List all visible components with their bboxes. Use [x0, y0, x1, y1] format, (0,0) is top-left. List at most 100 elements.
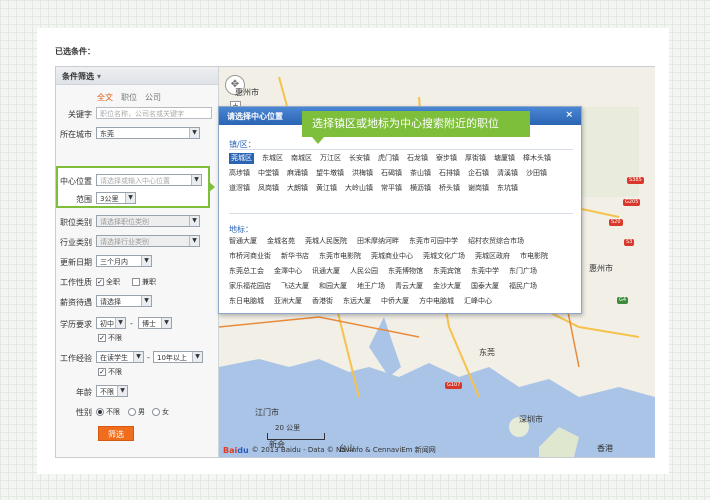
tab-company[interactable]: 公司: [145, 92, 161, 103]
category-label: 职位类别: [60, 218, 92, 227]
landmark-link[interactable]: 金沙大厦: [433, 279, 461, 294]
town-link[interactable]: 桥头镇: [439, 181, 460, 196]
gender-male-label: 男: [138, 408, 145, 416]
town-link[interactable]: 长安镇: [349, 151, 370, 166]
landmark-link[interactable]: 飞达大厦: [281, 279, 309, 294]
gender-male-radio[interactable]: 男: [128, 407, 145, 417]
landmark-link[interactable]: 讯通大厦: [312, 264, 340, 279]
town-link[interactable]: 大朗镇: [287, 181, 308, 196]
salary-label: 薪资待遇: [60, 298, 92, 307]
landmark-link[interactable]: 家乐福花园店: [229, 279, 271, 294]
age-select[interactable]: 不限 ▼: [96, 385, 128, 397]
center-position-input[interactable]: 请选择或输入中心位置 ▼: [96, 174, 202, 186]
landmark-link[interactable]: 汇峰中心: [464, 294, 492, 309]
town-link[interactable]: 道滘镇: [229, 181, 250, 196]
town-link[interactable]: 麻涌镇: [287, 166, 308, 181]
landmark-link[interactable]: 东日电脑城: [229, 294, 264, 309]
gender-any-radio[interactable]: 不限: [96, 407, 120, 417]
town-link[interactable]: 莞城区: [229, 153, 254, 164]
salary-select[interactable]: 请选择 ▼: [96, 295, 152, 307]
education-to-value: 博士: [142, 320, 156, 328]
landmark-link[interactable]: 方中电脑城: [419, 294, 454, 309]
landmark-link[interactable]: 东莞博物馆: [388, 264, 423, 279]
town-link[interactable]: 大岭山镇: [345, 181, 373, 196]
keyword-input[interactable]: 职位名称，公司名或关键字: [96, 107, 212, 119]
town-link[interactable]: 茶山镇: [410, 166, 431, 181]
town-link[interactable]: 南城区: [291, 151, 312, 166]
town-link[interactable]: 樟木头镇: [523, 151, 551, 166]
landmark-link[interactable]: 东莞市电影院: [319, 249, 361, 264]
experience-unlimited-checkbox[interactable]: ✓ 不限: [98, 367, 122, 377]
town-link[interactable]: 望牛墩镇: [316, 166, 344, 181]
town-link[interactable]: 谢岗镇: [468, 181, 489, 196]
landmark-link[interactable]: 莞城商业中心: [371, 249, 413, 264]
landmark-link[interactable]: 金澤中心: [274, 264, 302, 279]
landmark-link[interactable]: 东莞市可园中学: [409, 234, 458, 249]
town-link[interactable]: 横沥镇: [410, 181, 431, 196]
highway-marker: G107: [445, 382, 463, 389]
town-link[interactable]: 中堂镇: [258, 166, 279, 181]
town-link[interactable]: 石碣镇: [381, 166, 402, 181]
landmark-link[interactable]: 莞城区政府: [475, 249, 510, 264]
landmark-link[interactable]: 田禾摩纳河畔: [357, 234, 399, 249]
landmark-link[interactable]: 智通大厦: [229, 234, 257, 249]
gender-female-radio[interactable]: 女: [152, 407, 169, 417]
town-link[interactable]: 东城区: [262, 151, 283, 166]
education-unlimited-checkbox[interactable]: ✓ 不限: [98, 333, 122, 343]
towns-list: 莞城区 东城区 南城区 万江区 长安镇 虎门镇 石龙镇 寮步镇 厚街镇 塘厦镇 樟木头镇高埗镇 中堂镇…: [229, 151, 577, 196]
town-link[interactable]: 石龙镇: [407, 151, 428, 166]
town-link[interactable]: 凤岗镇: [258, 181, 279, 196]
education-from-select[interactable]: 初中 ▼: [96, 317, 126, 329]
town-link[interactable]: 虎门镇: [378, 151, 399, 166]
landmark-link[interactable]: 东远大厦: [343, 294, 371, 309]
experience-to-select[interactable]: 10年以上 ▼: [153, 351, 203, 363]
landmark-link[interactable]: 新华书店: [281, 249, 309, 264]
experience-from-select[interactable]: 在读学生 ▼: [96, 351, 144, 363]
industry-select[interactable]: 请选择行业类别 ▼: [96, 235, 200, 247]
landmark-link[interactable]: 东门广场: [509, 264, 537, 279]
filter-sidebar-header[interactable]: 条件筛选 ▾: [56, 67, 218, 85]
landmark-link[interactable]: 莞城人民医院: [305, 234, 347, 249]
landmark-link[interactable]: 莞城文化广场: [423, 249, 465, 264]
city-select[interactable]: 东莞 ▼: [96, 127, 200, 139]
landmark-link[interactable]: 人民公园: [350, 264, 378, 279]
landmark-link[interactable]: 东莞中学: [471, 264, 499, 279]
town-link[interactable]: 石排镇: [439, 166, 460, 181]
town-link[interactable]: 东坑镇: [497, 181, 518, 196]
landmark-link[interactable]: 和园大厦: [319, 279, 347, 294]
close-icon[interactable]: ×: [565, 110, 573, 120]
town-link[interactable]: 厚街镇: [465, 151, 486, 166]
landmark-link[interactable]: 亚洲大厦: [274, 294, 302, 309]
town-link[interactable]: 洪梅镇: [352, 166, 373, 181]
town-link[interactable]: 塘厦镇: [494, 151, 515, 166]
education-to-select[interactable]: 博士 ▼: [138, 317, 172, 329]
landmark-link[interactable]: 绍村农贸综合市场: [468, 234, 524, 249]
range-select[interactable]: 3公里 ▼: [96, 192, 136, 204]
landmark-link[interactable]: 市桥河商业街: [229, 249, 271, 264]
town-link[interactable]: 清溪镇: [497, 166, 518, 181]
town-link[interactable]: 企石镇: [468, 166, 489, 181]
town-link[interactable]: 万江区: [320, 151, 341, 166]
landmark-link[interactable]: 青云大厦: [395, 279, 423, 294]
landmark-link[interactable]: 地王广场: [357, 279, 385, 294]
landmark-link[interactable]: 市电影院: [520, 249, 548, 264]
category-select[interactable]: 请选择职位类别 ▼: [96, 215, 200, 227]
landmark-link[interactable]: 东莞宾馆: [433, 264, 461, 279]
landmark-link[interactable]: 金城名苑: [267, 234, 295, 249]
town-link[interactable]: 高埗镇: [229, 166, 250, 181]
landmark-link[interactable]: 香港街: [312, 294, 333, 309]
tab-job[interactable]: 职位: [121, 92, 137, 103]
town-link[interactable]: 沙田镇: [526, 166, 547, 181]
landmark-link[interactable]: 东莞总工会: [229, 264, 264, 279]
town-link[interactable]: 寮步镇: [436, 151, 457, 166]
update-select[interactable]: 三个月内 ▼: [96, 255, 152, 267]
landmark-link[interactable]: 中侨大厦: [381, 294, 409, 309]
town-link[interactable]: 黄江镇: [316, 181, 337, 196]
landmark-link[interactable]: 福民广场: [509, 279, 537, 294]
town-link[interactable]: 常平镇: [381, 181, 402, 196]
fulltime-checkbox[interactable]: ✓ 全职: [96, 277, 120, 287]
parttime-checkbox[interactable]: 兼职: [132, 277, 156, 287]
landmark-link[interactable]: 国泰大厦: [471, 279, 499, 294]
tab-fulltext[interactable]: 全文: [97, 92, 113, 103]
filter-search-button[interactable]: 筛选: [98, 426, 134, 441]
